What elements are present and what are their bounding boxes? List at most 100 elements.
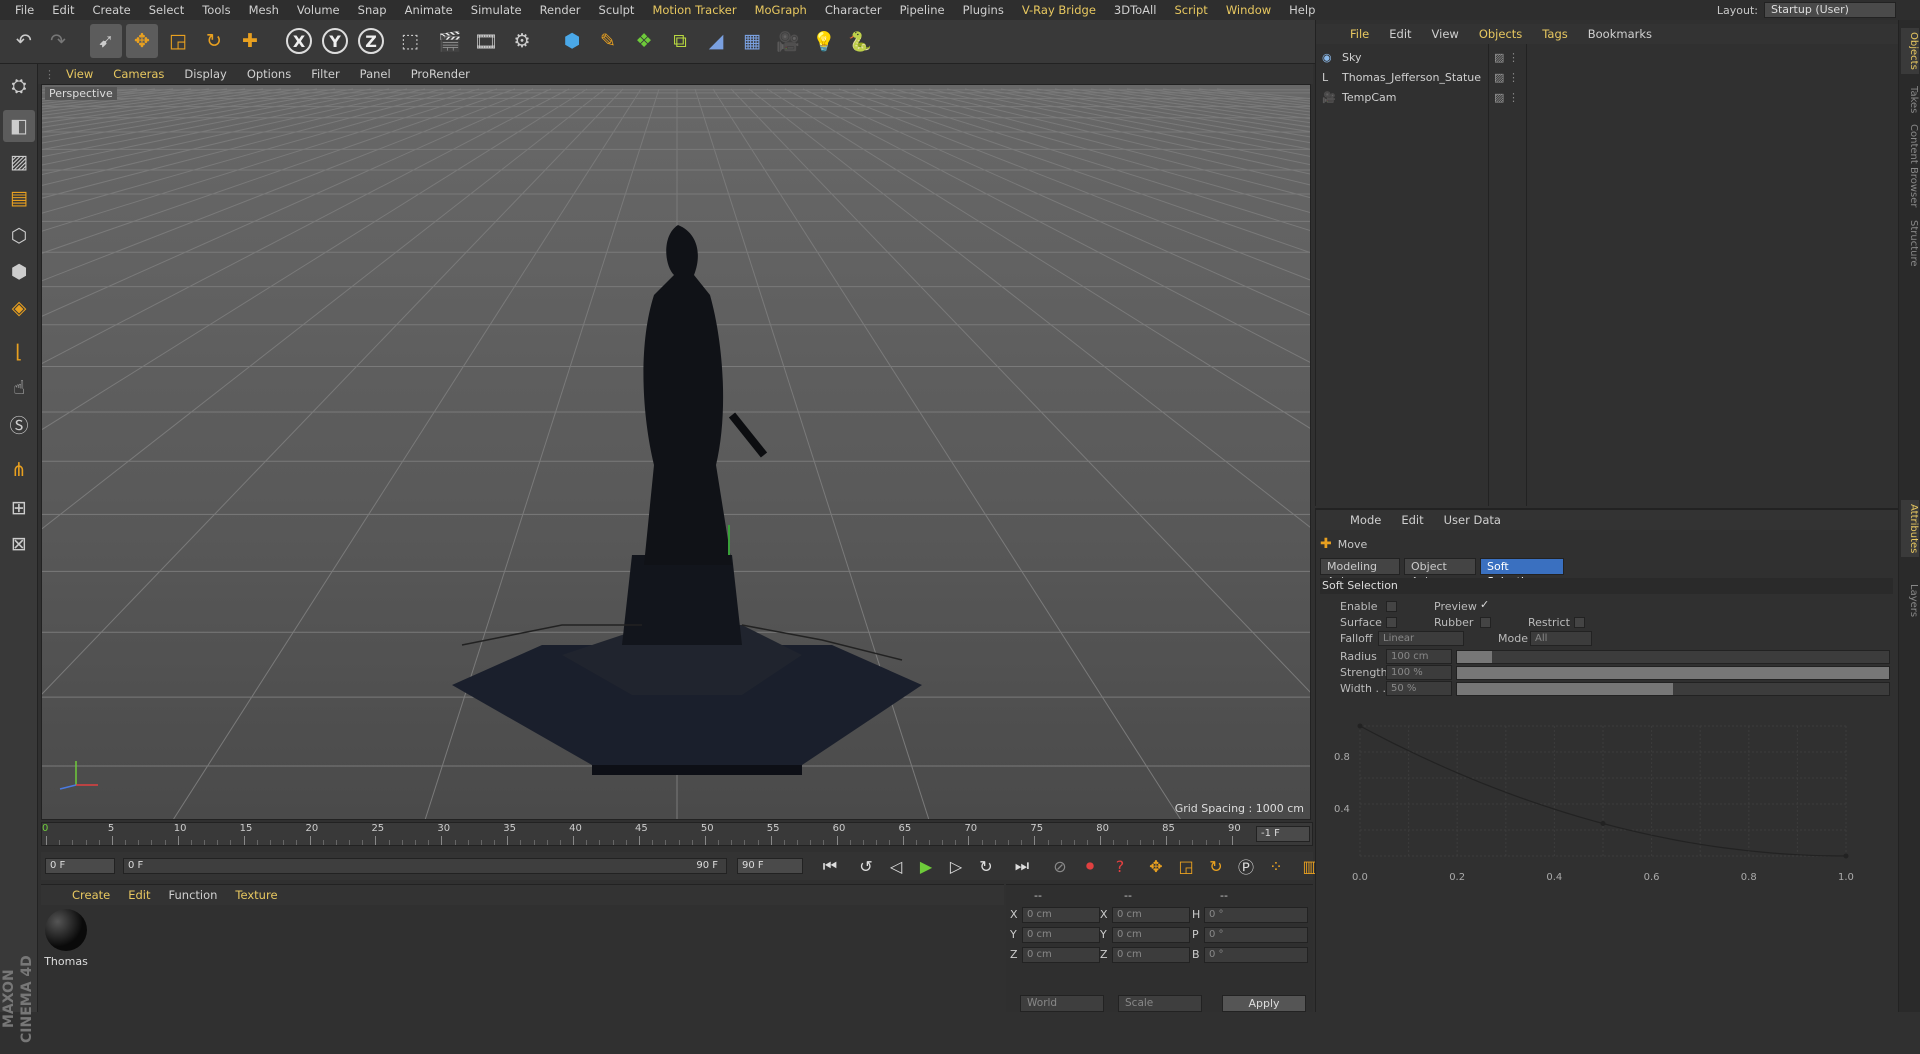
viewport-menu-view[interactable]: View [56, 67, 103, 81]
light-icon[interactable]: 💡 [808, 24, 840, 58]
curve-knot[interactable] [1600, 821, 1606, 826]
menu-snap[interactable]: Snap [349, 3, 396, 17]
deformer-icon[interactable]: ◢ [700, 24, 732, 58]
end-frame-field[interactable]: 90 F [737, 858, 803, 874]
preview-check-icon[interactable]: ✓ [1480, 598, 1489, 611]
edges-mode-icon[interactable]: ⬢ [3, 256, 35, 288]
coord-value-field[interactable]: 0 cm [1022, 907, 1100, 923]
menu-help[interactable]: Help [1280, 3, 1324, 17]
key-parameter-icon[interactable]: Ⓟ [1233, 854, 1259, 878]
tweak-mode-icon[interactable]: ☝ [3, 372, 35, 404]
autokey-icon[interactable]: ? [1107, 854, 1133, 878]
menu-simulate[interactable]: Simulate [462, 3, 531, 17]
key-scale-icon[interactable]: ◲ [1173, 854, 1199, 878]
move-tool-icon[interactable]: ✥ [126, 24, 158, 58]
subdivision-icon[interactable]: ❖ [628, 24, 660, 58]
timeline-end-field[interactable]: -1 F [1256, 826, 1310, 842]
next-frame-icon[interactable]: ▷ [943, 854, 969, 878]
tag-icon[interactable]: ▨ [1494, 91, 1504, 104]
enable-checkbox[interactable] [1386, 601, 1397, 612]
magnet-icon[interactable]: ⋔ [3, 454, 35, 486]
restrict-checkbox[interactable] [1574, 617, 1585, 628]
menu-pipeline[interactable]: Pipeline [891, 3, 954, 17]
object-row[interactable]: ◉ Sky ▨ ⋮ [1322, 48, 1882, 66]
viewport-menu-prorender[interactable]: ProRender [401, 67, 480, 81]
material-menu-texture[interactable]: Texture [226, 888, 286, 902]
array-icon[interactable]: ⧉ [664, 24, 696, 58]
menu-mograph[interactable]: MoGraph [746, 3, 816, 17]
falloff-curve-graph[interactable] [1350, 718, 1888, 868]
tab-object-axis[interactable]: Object Axis [1404, 558, 1476, 588]
camera-icon[interactable]: 🎥 [772, 24, 804, 58]
coord-value-field[interactable]: 0 cm [1112, 947, 1190, 963]
rotate-tool-icon[interactable]: ↻ [198, 24, 230, 58]
key-position-icon[interactable]: ✥ [1143, 854, 1169, 878]
coord-value-field[interactable]: 0 cm [1112, 927, 1190, 943]
curve-knot[interactable] [1357, 723, 1363, 729]
menu-animate[interactable]: Animate [396, 3, 462, 17]
viewport-menu-options[interactable]: Options [237, 67, 301, 81]
viewport-menu-panel[interactable]: Panel [350, 67, 401, 81]
side-tab-content-browser[interactable]: Content Browser [1901, 120, 1919, 211]
attribute-menu-edit[interactable]: Edit [1391, 513, 1433, 527]
next-key-icon[interactable]: ↻ [973, 854, 999, 878]
coord-mode-dropdown[interactable]: Scale [1118, 995, 1202, 1012]
visibility-icon[interactable]: ⋮ [1508, 91, 1519, 104]
coord-value-field[interactable]: 0 cm [1022, 947, 1100, 963]
apply-button[interactable]: Apply [1222, 995, 1306, 1012]
floor-icon[interactable]: ▦ [736, 24, 768, 58]
axis-mode-icon[interactable]: ⌊ [3, 336, 35, 368]
record-icon[interactable]: ⏺ [1077, 854, 1103, 878]
coordinate-system-icon[interactable]: ⬚ [394, 24, 426, 58]
python-icon[interactable]: 🐍 [844, 24, 876, 58]
menu-motion-tracker[interactable]: Motion Tracker [643, 3, 745, 17]
object-menu-tags[interactable]: Tags [1532, 27, 1577, 41]
points-mode-icon[interactable]: ⬡ [3, 220, 35, 252]
workplane-lock-icon[interactable]: ⊠ [3, 528, 35, 560]
menu-3dtoall[interactable]: 3DToAll [1105, 3, 1166, 17]
layout-dropdown[interactable]: Startup (User) [1764, 2, 1896, 18]
scale-tool-icon[interactable]: ◲ [162, 24, 194, 58]
z-axis-lock-icon[interactable]: Z [358, 28, 384, 54]
frame-range-slider[interactable]: 0 F 90 F [123, 858, 727, 874]
texture-mode-icon[interactable]: ▨ [3, 146, 35, 178]
tab-modeling-axis[interactable]: Modeling Axis [1320, 558, 1400, 588]
render-view-icon[interactable]: 🎬 [434, 24, 466, 58]
menu-edit[interactable]: Edit [43, 3, 83, 17]
redo-icon[interactable]: ↷ [42, 24, 74, 58]
menu-create[interactable]: Create [84, 3, 140, 17]
visibility-icon[interactable]: ⋮ [1508, 51, 1519, 64]
width-field[interactable]: 50 % [1386, 681, 1452, 696]
viewport-menu-filter[interactable]: Filter [301, 67, 349, 81]
previous-frame-icon[interactable]: ◁ [883, 854, 909, 878]
menu-render[interactable]: Render [531, 3, 590, 17]
viewport-perspective[interactable]: Perspective Grid Spacing : 1000 cm [41, 84, 1311, 820]
render-settings-icon[interactable]: ⚙ [506, 24, 538, 58]
menu-mesh[interactable]: Mesh [240, 3, 288, 17]
menu-script[interactable]: Script [1165, 3, 1216, 17]
previous-key-icon[interactable]: ↺ [853, 854, 879, 878]
falloff-dropdown[interactable]: Linear [1378, 631, 1464, 646]
width-slider[interactable] [1456, 682, 1890, 696]
menu-plugins[interactable]: Plugins [954, 3, 1013, 17]
coord-value-field[interactable]: 0 ° [1204, 907, 1308, 923]
viewport-menu-cameras[interactable]: Cameras [103, 67, 174, 81]
menu-sculpt[interactable]: Sculpt [590, 3, 644, 17]
model-mode-icon[interactable]: ◧ [3, 110, 35, 142]
coord-value-field[interactable]: 0 cm [1022, 927, 1100, 943]
key-pla-icon[interactable]: ⁘ [1263, 854, 1289, 878]
material-menu-create[interactable]: Create [63, 888, 119, 902]
side-tab-takes[interactable]: Takes [1901, 82, 1919, 117]
tag-icon[interactable]: ▨ [1494, 51, 1504, 64]
strength-slider[interactable] [1456, 666, 1890, 680]
coord-value-field[interactable]: 0 ° [1204, 947, 1308, 963]
side-tab-structure[interactable]: Structure [1901, 216, 1919, 271]
object-menu-file[interactable]: File [1340, 27, 1379, 41]
side-tab-attributes[interactable]: Attributes [1901, 500, 1919, 558]
coord-value-field[interactable]: 0 cm [1112, 907, 1190, 923]
polygons-mode-icon[interactable]: ◈ [3, 292, 35, 324]
key-rotation-icon[interactable]: ↻ [1203, 854, 1229, 878]
x-axis-lock-icon[interactable]: X [286, 28, 312, 54]
grid-lock-icon[interactable]: ⊞ [3, 492, 35, 524]
menu-tools[interactable]: Tools [193, 3, 239, 17]
